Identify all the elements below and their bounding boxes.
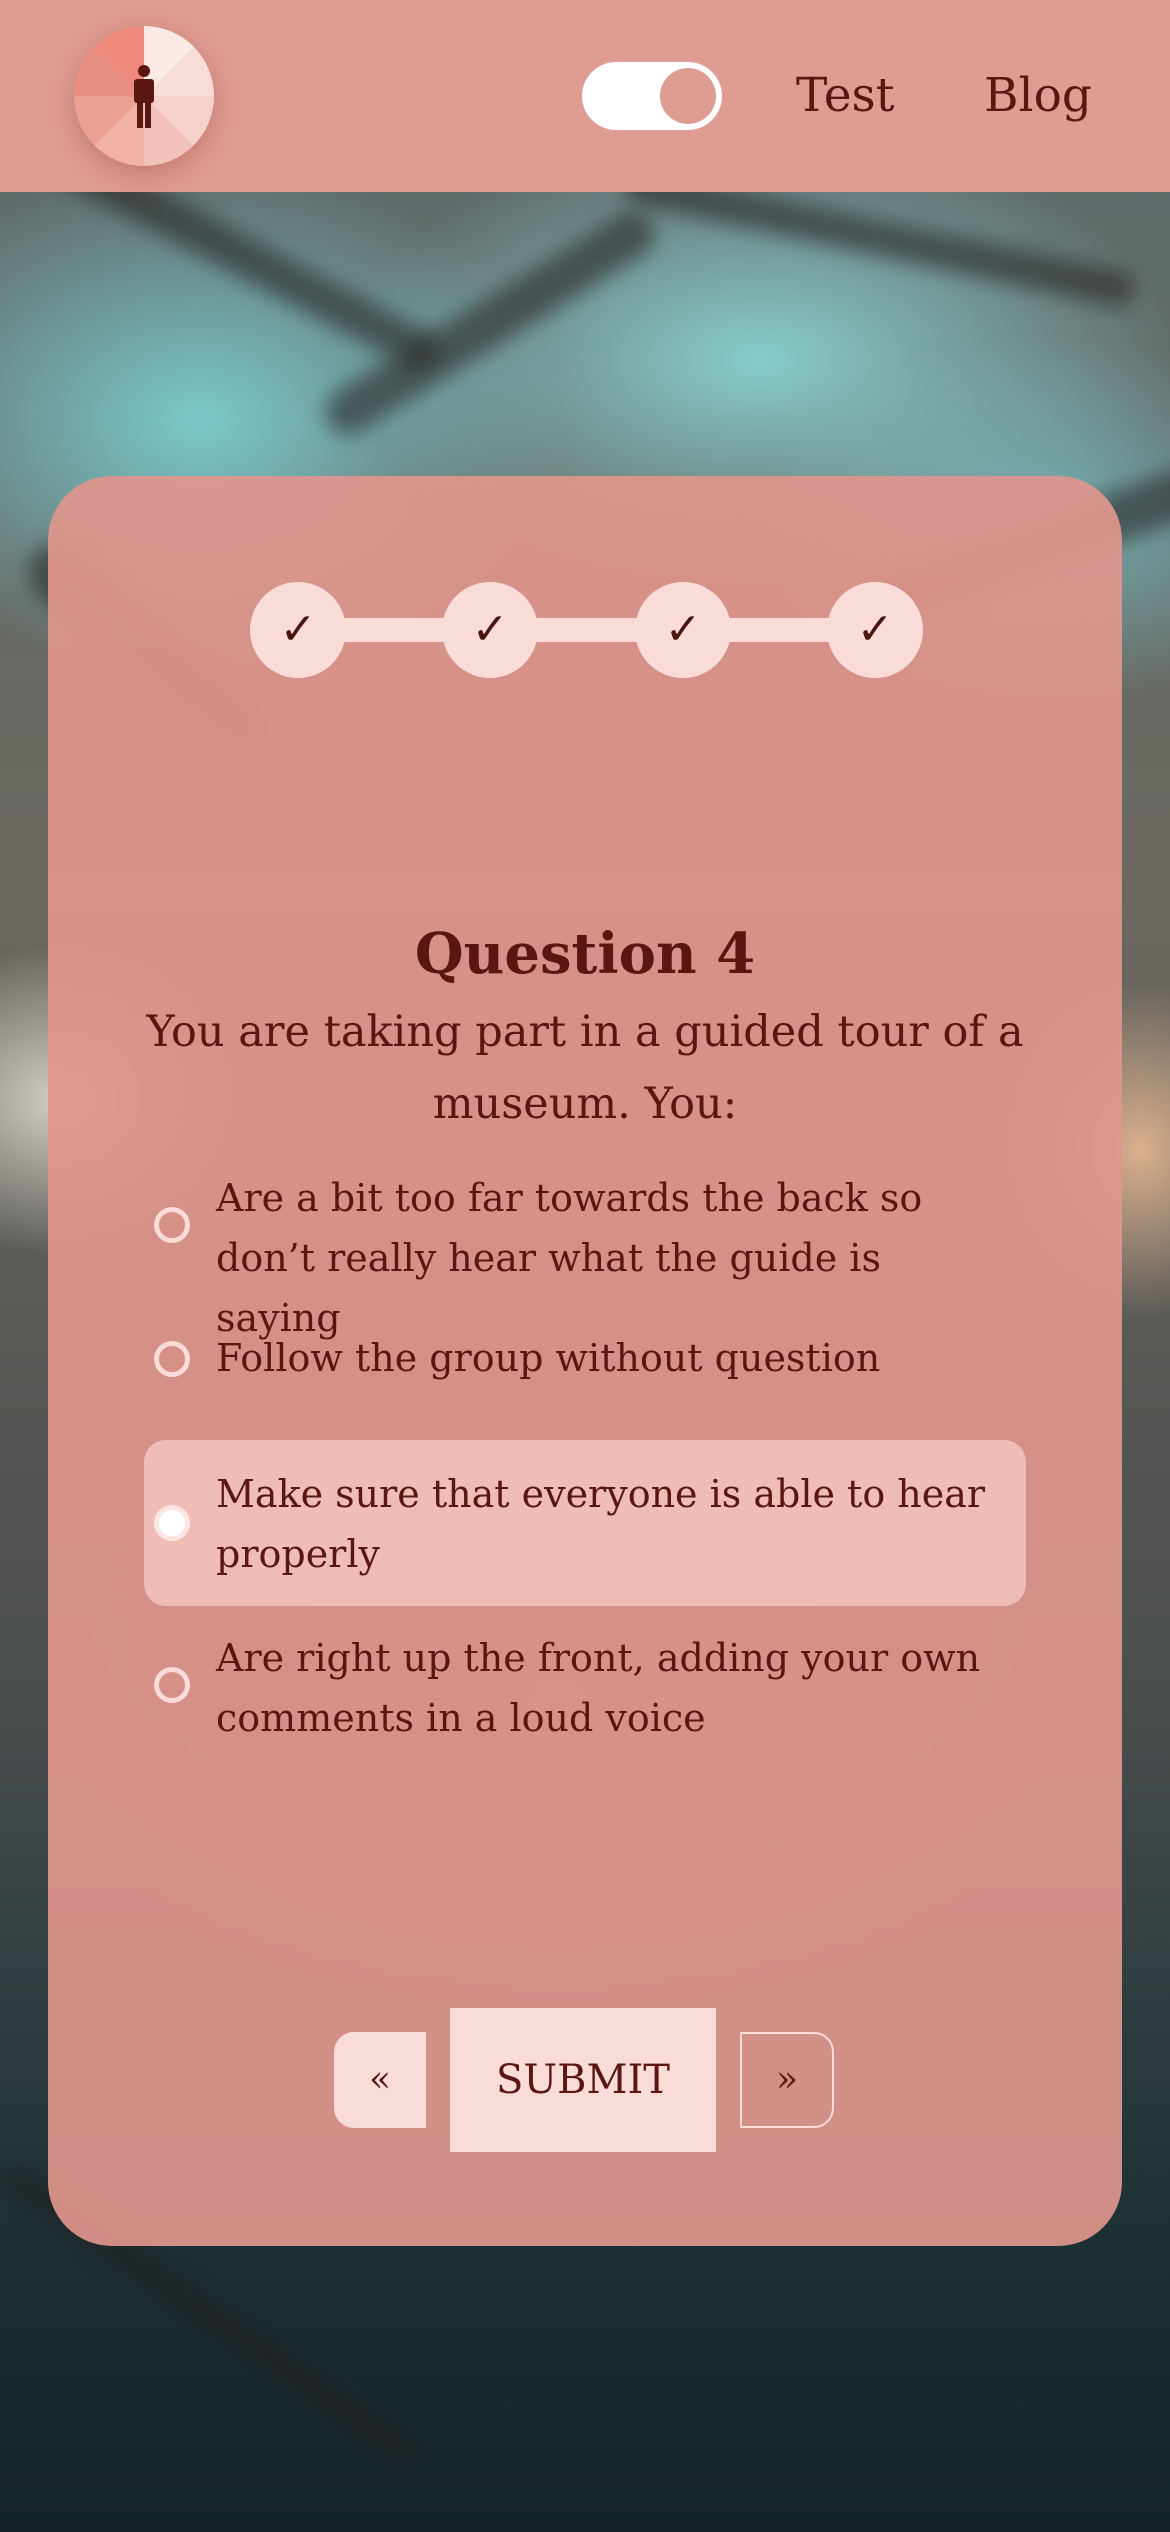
answer-label: Are right up the front, adding your own …: [216, 1636, 981, 1740]
answer-option-4[interactable]: Are right up the front, adding your own …: [144, 1624, 1026, 1754]
answer-label: Make sure that everyone is able to hear …: [216, 1472, 986, 1576]
radio-button[interactable]: [154, 1207, 190, 1243]
answer-label: Follow the group without question: [216, 1336, 881, 1380]
answer-option-1[interactable]: Are a bit too far towards the back so do…: [144, 1164, 1026, 1340]
radio-button[interactable]: [154, 1667, 190, 1703]
answer-option-2[interactable]: Follow the group without question: [144, 1314, 1026, 1404]
next-question-button[interactable]: »: [740, 2032, 834, 2128]
radio-button-selected[interactable]: [154, 1505, 190, 1541]
progress-step-1-check-icon: ✓: [250, 582, 346, 678]
question-title: Question 4: [414, 921, 756, 987]
submit-button[interactable]: SUBMIT: [450, 2008, 716, 2152]
progress-step-3-check-icon: ✓: [635, 582, 731, 678]
answer-option-3[interactable]: Make sure that everyone is able to hear …: [144, 1440, 1026, 1606]
toggle-knob: [660, 68, 716, 124]
radio-button[interactable]: [154, 1341, 190, 1377]
logo-person-pie-icon[interactable]: [74, 26, 214, 166]
quiz-card: ✓ ✓ ✓ ✓ Question 4 You are taking part i…: [48, 476, 1122, 2246]
progress-step-2-check-icon: ✓: [442, 582, 538, 678]
theme-toggle-switch[interactable]: [582, 62, 722, 130]
top-navigation-bar: Test Blog: [0, 0, 1170, 192]
nav-link-test[interactable]: Test: [796, 62, 895, 130]
previous-question-button[interactable]: «: [334, 2032, 426, 2128]
nav-link-blog[interactable]: Blog: [984, 62, 1092, 130]
progress-step-4-check-icon: ✓: [827, 582, 923, 678]
person-icon: [134, 65, 154, 128]
question-text: You are taking part in a guided tour of …: [146, 1007, 1024, 1129]
